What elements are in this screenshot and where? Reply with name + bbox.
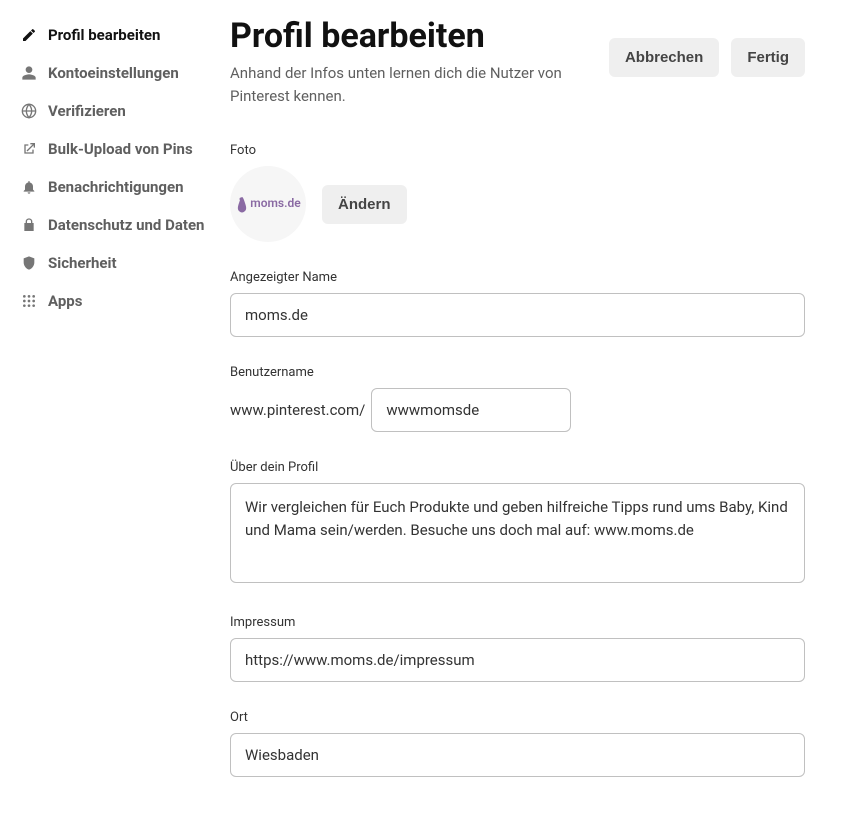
sidebar-item-label: Verifizieren bbox=[48, 102, 126, 120]
cancel-button[interactable]: Abbrechen bbox=[609, 38, 719, 77]
about-textarea[interactable] bbox=[230, 483, 805, 583]
sidebar-item-label: Benachrichtigungen bbox=[48, 178, 184, 196]
sidebar-item-edit-profile[interactable]: Profil bearbeiten bbox=[20, 16, 210, 54]
upload-icon bbox=[20, 140, 38, 158]
photo-label: Foto bbox=[230, 143, 805, 158]
sidebar-item-label: Apps bbox=[48, 292, 82, 310]
settings-sidebar: Profil bearbeiten Kontoeinstellungen Ver… bbox=[20, 16, 210, 805]
sidebar-item-label: Sicherheit bbox=[48, 254, 117, 272]
display-name-input[interactable] bbox=[230, 293, 805, 337]
done-button[interactable]: Fertig bbox=[731, 38, 805, 77]
sidebar-item-label: Datenschutz und Daten bbox=[48, 216, 204, 234]
username-prefix: www.pinterest.com/ bbox=[230, 401, 365, 419]
sidebar-item-notifications[interactable]: Benachrichtigungen bbox=[20, 168, 210, 206]
sidebar-item-label: Bulk-Upload von Pins bbox=[48, 140, 193, 158]
impressum-label: Impressum bbox=[230, 615, 805, 630]
sidebar-item-privacy[interactable]: Datenschutz und Daten bbox=[20, 206, 210, 244]
page-subtitle: Anhand der Infos unten lernen dich die N… bbox=[230, 62, 609, 107]
about-label: Über dein Profil bbox=[230, 460, 805, 475]
page-title: Profil bearbeiten bbox=[230, 16, 609, 56]
person-icon bbox=[20, 64, 38, 82]
display-name-label: Angezeigter Name bbox=[230, 270, 805, 285]
username-label: Benutzername bbox=[230, 365, 805, 380]
lock-icon bbox=[20, 216, 38, 234]
pencil-icon bbox=[20, 26, 38, 44]
sidebar-item-apps[interactable]: Apps bbox=[20, 282, 210, 320]
sidebar-item-label: Profil bearbeiten bbox=[48, 26, 160, 44]
sidebar-item-label: Kontoeinstellungen bbox=[48, 64, 179, 82]
bell-icon bbox=[20, 178, 38, 196]
location-input[interactable] bbox=[230, 733, 805, 777]
main-content: Profil bearbeiten Anhand der Infos unten… bbox=[210, 16, 825, 805]
sidebar-item-security[interactable]: Sicherheit bbox=[20, 244, 210, 282]
sidebar-item-bulk-upload[interactable]: Bulk-Upload von Pins bbox=[20, 130, 210, 168]
globe-icon bbox=[20, 102, 38, 120]
sidebar-item-verify[interactable]: Verifizieren bbox=[20, 92, 210, 130]
shield-icon bbox=[20, 254, 38, 272]
grid-icon bbox=[20, 292, 38, 310]
username-input[interactable] bbox=[371, 388, 571, 432]
impressum-input[interactable] bbox=[230, 638, 805, 682]
sidebar-item-account-settings[interactable]: Kontoeinstellungen bbox=[20, 54, 210, 92]
change-photo-button[interactable]: Ändern bbox=[322, 185, 407, 224]
avatar-text: moms.de bbox=[235, 195, 300, 213]
avatar: moms.de bbox=[230, 166, 306, 242]
location-label: Ort bbox=[230, 710, 805, 725]
